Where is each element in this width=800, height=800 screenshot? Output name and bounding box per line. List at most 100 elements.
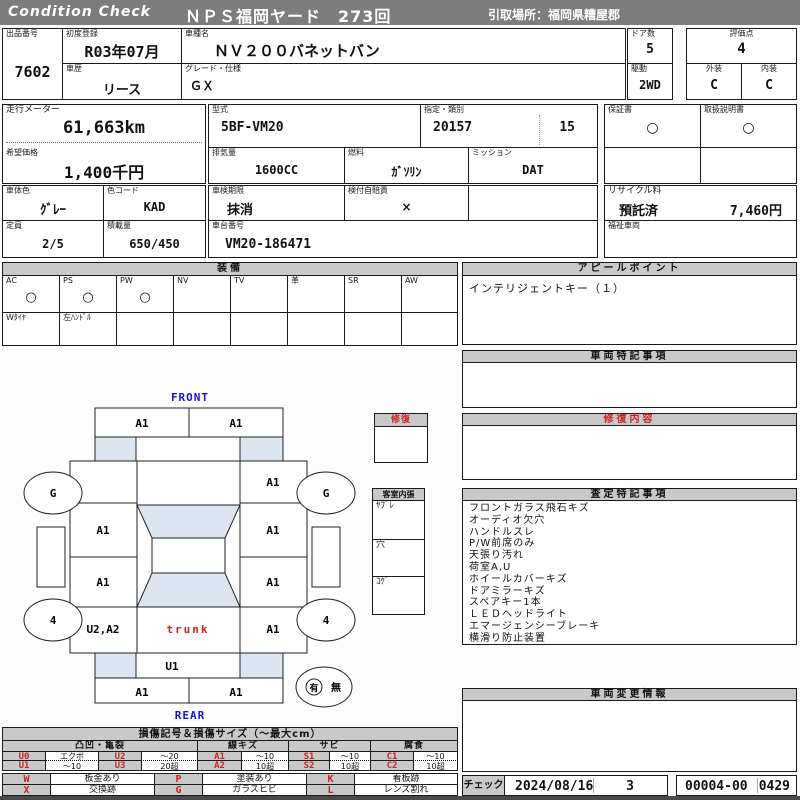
equipment-mark: ○: [82, 290, 94, 305]
model-name-label: 車種名: [185, 29, 209, 38]
equipment-mark: ○: [25, 290, 37, 305]
grade-value: ＧＸ: [190, 79, 215, 93]
equipment-cell-empty: [287, 312, 345, 346]
assessment-notes-body: フロントガラス飛石キズ オーディオ欠穴 ハンドルスレ P/W前席のみ 天張り汚れ…: [462, 501, 797, 645]
model-name-cell: 車種名 ＮＶ２００バネットバン: [181, 28, 626, 64]
front-bumper-left-code: A1: [135, 417, 149, 430]
legend-desc: 10超: [413, 760, 458, 771]
assessment-item: 横滑り防止装置: [469, 632, 546, 644]
body-color-value: ｸﾞﾚｰ: [40, 203, 66, 218]
manual-label: 取扱説明書: [704, 105, 744, 114]
legend-desc: 10超: [329, 760, 371, 771]
appeal-point-text: インテリジェントキー（１）: [469, 282, 625, 295]
transmission-value: DAT: [522, 163, 544, 177]
interior-grade-label: 内装: [761, 64, 777, 73]
load-capacity-value: 650/450: [129, 237, 180, 251]
legend-desc: ガラスヒビ: [202, 784, 307, 796]
repair-flag-body: [374, 427, 428, 463]
equipment-mark: ○: [139, 290, 151, 305]
check-date-box: 2024/08/16 3: [504, 775, 668, 796]
auction-title: ＮＰＳ福岡ヤード 273回: [185, 7, 392, 26]
capacity-cell: 定員 2/5: [2, 220, 104, 258]
divider: [539, 115, 540, 145]
legend-code: X: [2, 784, 51, 796]
first-registration-value: R03年07月: [84, 43, 160, 61]
fuel-cell: 燃料 ｶﾞｿﾘﾝ: [344, 147, 469, 184]
assessment-item: エマージェンシーブレーキ: [469, 620, 601, 632]
transmission-cell: ミッション DAT: [468, 147, 598, 184]
cabin-interior-row-burn: ｺｹﾞ: [372, 576, 425, 615]
warranty-mark: ○: [646, 120, 659, 136]
inspection-cell: 車検期限 抹消: [208, 185, 345, 221]
wheel-rear-right-code: 4: [323, 614, 330, 627]
drive-value: 2WD: [639, 78, 661, 92]
right-quarter-code: A1: [266, 623, 280, 636]
score-label: 評価点: [729, 29, 754, 38]
first-registration-cell: 初度登録 R03年07月: [62, 28, 182, 64]
history-cell: 車歴 リース: [62, 63, 182, 100]
equipment-cell-empty: [344, 312, 402, 346]
equipment-cell-empty: [116, 312, 174, 346]
equipment-cell-aw: AW: [401, 275, 458, 313]
score-cell: 評価点 4: [686, 28, 797, 64]
displacement-label: 排気量: [212, 148, 236, 157]
check-count: 3: [626, 779, 634, 794]
assessment-notes-title: 査定特記事項: [462, 488, 797, 501]
chassis-number-cell: 車台番号 VM20-186471: [208, 220, 598, 258]
welfare-vehicle-cell: 福祉車両: [604, 220, 797, 258]
equipment-cell-tv: TV: [230, 275, 288, 313]
fuel-label: 燃料: [348, 148, 364, 157]
appeal-points-title: アピールポイント: [462, 262, 797, 276]
empty-cell: [700, 147, 797, 184]
chassis-number-label: 車台番号: [212, 221, 244, 230]
drive-cell: 駆動 2WD: [627, 63, 673, 100]
check-date: 2024/08/16: [515, 779, 594, 794]
model-code-cell: 型式 5BF-VM20: [208, 104, 421, 148]
odometer-price-cell: 走行メーター 61,663km 希望価格 1,400千円: [2, 104, 206, 184]
body-color-label: 車体色: [6, 186, 30, 195]
equipment-cell-wtire: Wﾀｲﾔ: [2, 312, 60, 346]
assessment-item: P/W前席のみ: [469, 538, 536, 550]
type-number: 20157: [433, 120, 473, 135]
type-class-cell: 指定・類別 20157 15: [420, 104, 598, 148]
legend-desc: 交換跡: [50, 784, 155, 796]
capacity-value: 2/5: [42, 237, 64, 251]
equipment-cell-empty: [230, 312, 288, 346]
wheel-front-right-code: G: [323, 487, 330, 500]
recycle-fee-value: 7,460円: [729, 204, 782, 219]
assessment-item: フロントガラス飛石キズ: [469, 503, 590, 514]
price-label: 希望価格: [6, 148, 38, 157]
right-slide-code: A1: [266, 576, 280, 589]
inspection-label: 車検期限: [212, 186, 244, 195]
model-code-label: 型式: [212, 105, 228, 114]
lot-number-cell: 出品番号 7602: [2, 28, 63, 100]
cabin-interior-row-tear: ﾔﾌﾞﾚ: [372, 500, 425, 540]
displacement-value: 1600CC: [254, 163, 299, 177]
vehicle-change-body: [462, 701, 797, 772]
legend-code: L: [306, 784, 355, 796]
insurance-cell: 検付自賠責 ×: [344, 185, 469, 221]
vehicle-notes-body: [462, 363, 797, 408]
damage-diagram: FRONT REAR A1 A1 A1 A1 U2,A2 A1 A1 A1 A1: [23, 391, 356, 722]
brand-logo: Condition Check: [8, 4, 151, 20]
equipment-cell-ac: AC ○: [2, 275, 60, 313]
odometer-label: 走行メーター: [6, 105, 61, 115]
lot-number-label: 出品番号: [6, 29, 38, 38]
left-slide-code: A1: [96, 576, 110, 589]
equipment-cell-empty: [401, 312, 458, 346]
recycle-fee-label: リサイクル料: [608, 186, 662, 196]
transmission-label: ミッション: [472, 148, 512, 157]
wheel-rear-left-code: 4: [50, 614, 57, 627]
lot-number-value: 7602: [14, 63, 51, 81]
load-capacity-label: 積載量: [107, 221, 131, 230]
exterior-grade-value: C: [710, 78, 718, 93]
model-name-value: ＮＶ２００バネットバン: [214, 42, 380, 60]
rear-panel-code: U1: [165, 660, 179, 673]
vehicle-notes-title: 車両特記事項: [462, 350, 797, 363]
legend-code: A2: [197, 760, 242, 771]
front-label: FRONT: [171, 391, 209, 404]
assessment-item: ＬＥＤヘッドライト: [469, 609, 568, 621]
insurance-label: 検付自賠責: [348, 186, 388, 195]
wheel-front-left-code: G: [50, 487, 57, 500]
capacity-label: 定員: [6, 221, 22, 230]
